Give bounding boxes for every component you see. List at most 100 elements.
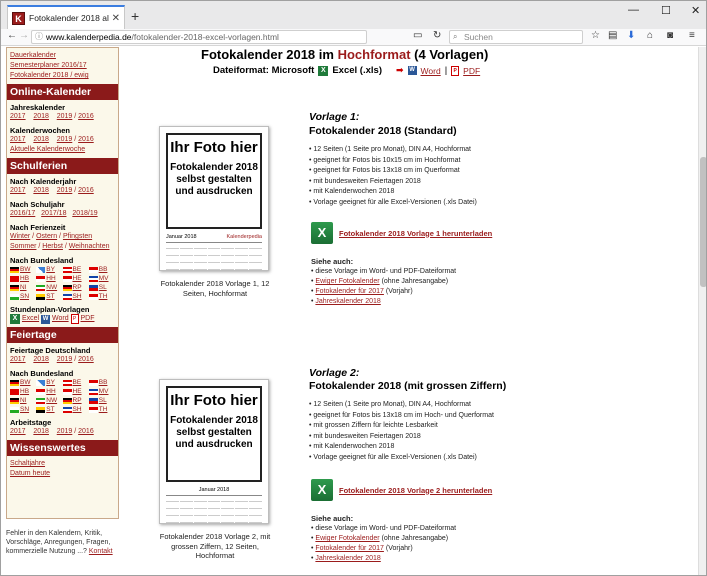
sidebar-link-herbst[interactable]: Herbst [42,243,63,250]
sidebar-link-year[interactable]: 2019 [57,187,73,194]
state-link[interactable]: MV [99,274,109,283]
back-icon[interactable]: ← [7,30,17,41]
pocket-icon[interactable]: ◙ [667,30,673,41]
state-link[interactable]: ST [46,292,54,301]
sidebar-link-fotokalender[interactable]: Fotokalender 2018 / ewig [10,72,89,79]
state-link[interactable]: BE [73,378,82,387]
library-icon[interactable]: ▤ [608,30,617,41]
sidebar-link-pfingsten[interactable]: Pfingsten [63,233,92,240]
sidebar-link-ostern[interactable]: Ostern [36,233,57,240]
state-link[interactable]: SL [99,396,107,405]
url-bar[interactable]: ⓘ www.kalenderpedia.de/fotokalender-2018… [31,30,367,44]
sidebar-link-year[interactable]: 2019 [57,356,73,363]
sidebar-link-year[interactable]: 2018 [33,428,49,435]
state-link[interactable]: HE [73,387,82,396]
minimize-icon[interactable]: — [628,4,639,16]
state-link[interactable]: HE [73,274,82,283]
download-icon[interactable]: ⬇ [627,30,635,41]
close-tab-icon[interactable]: ✕ [112,13,120,24]
sidebar-link-winter[interactable]: Winter [10,233,30,240]
vertical-scrollbar[interactable] [698,47,706,575]
bookmark-star-icon[interactable]: ☆ [591,30,600,41]
info-icon[interactable]: ⓘ [35,31,43,43]
state-link[interactable]: ST [46,405,54,414]
state-link[interactable]: SN [20,292,29,301]
sidebar-link-year[interactable]: 2018 [33,187,49,194]
state-link[interactable]: HB [20,274,29,283]
download-link-2[interactable]: Fotokalender 2018 Vorlage 2 herunterlade… [339,486,492,495]
siehe-link-jahr[interactable]: Jahreskalender 2018 [315,298,380,305]
state-link[interactable]: BY [46,378,55,387]
siehe-link-ewig[interactable]: Ewiger Fotokalender [315,278,379,285]
close-window-icon[interactable]: ✕ [691,4,700,17]
sidebar-link-excel[interactable]: Excel [22,315,39,322]
state-link[interactable]: SN [20,405,29,414]
state-link[interactable]: NI [20,396,27,405]
sidebar-link-year[interactable]: 2016 [78,428,94,435]
state-link[interactable]: BB [99,265,108,274]
sidebar-link-year[interactable]: 2016 [78,356,94,363]
maximize-icon[interactable]: ☐ [661,4,671,17]
menu-icon[interactable]: ≡ [689,30,695,41]
calendar-preview-1[interactable]: Ihr Foto hier Fotokalender 2018 selbst g… [159,126,269,271]
sidebar-link-year[interactable]: 2017 [10,428,26,435]
sidebar-link-datum-heute[interactable]: Datum heute [10,470,50,477]
state-link[interactable]: SL [99,283,107,292]
siehe-link-2017[interactable]: Fotokalender für 2017 [315,288,384,295]
download-link-1[interactable]: Fotokalender 2018 Vorlage 1 herunterlade… [339,229,492,238]
sidebar-link-schaltjahre[interactable]: Schaltjahre [10,460,45,467]
state-link[interactable]: HB [20,387,29,396]
state-link[interactable]: BY [46,265,55,274]
sidebar-link-year[interactable]: 2017 [10,136,26,143]
state-link[interactable]: SH [73,405,82,414]
sidebar-link-year[interactable]: 2017 [10,356,26,363]
reader-view-icon[interactable]: ▭ [413,30,422,41]
new-tab-icon[interactable]: + [131,8,139,24]
sidebar-link-year[interactable]: 2016/17 [10,210,35,217]
reload-icon[interactable]: ↻ [433,30,441,41]
sidebar-link-word[interactable]: Word [52,315,69,322]
sidebar-link-year[interactable]: 2017/18 [41,210,66,217]
format-word-link[interactable]: Word [421,66,441,76]
home-icon[interactable]: ⌂ [647,30,653,41]
state-link[interactable]: HH [46,274,55,283]
excel-icon[interactable]: X [311,222,333,244]
sidebar-link-current-week[interactable]: Aktuelle Kalenderwoche [10,146,85,153]
sidebar-link-year[interactable]: 2016 [78,187,94,194]
sidebar-link-year[interactable]: 2017 [10,113,26,120]
scrollbar-thumb[interactable] [700,157,706,287]
siehe-link-jahr[interactable]: Jahreskalender 2018 [315,555,380,562]
calendar-preview-2[interactable]: Ihr Foto hier Fotokalender 2018 selbst g… [159,379,269,524]
excel-icon[interactable]: X [311,479,333,501]
sidebar-link-year[interactable]: 2018 [33,113,49,120]
siehe-link-ewig[interactable]: Ewiger Fotokalender [315,535,379,542]
state-link[interactable]: HH [46,387,55,396]
sidebar-link-dauerkalender[interactable]: Dauerkalender [10,52,56,59]
state-link[interactable]: SH [73,292,82,301]
sidebar-link-year[interactable]: 2018 [33,136,49,143]
state-link[interactable]: MV [99,387,109,396]
sidebar-link-weihnachten[interactable]: Weihnachten [69,243,110,250]
sidebar-link-year[interactable]: 2017 [10,187,26,194]
search-input[interactable]: ⌕ Suchen [449,30,583,44]
sidebar-link-sommer[interactable]: Sommer [10,243,36,250]
tab-active[interactable]: K Fotokalender 2018 als Excel ✕ [7,5,125,29]
state-link[interactable]: TH [99,292,108,301]
state-link[interactable]: RP [73,283,82,292]
state-link[interactable]: BB [99,378,108,387]
state-link[interactable]: BW [20,265,30,274]
sidebar-link-year[interactable]: 2018 [33,356,49,363]
state-link[interactable]: RP [73,396,82,405]
format-pdf-link[interactable]: PDF [463,66,480,76]
state-link[interactable]: BW [20,378,30,387]
sidebar-link-year[interactable]: 2016 [78,136,94,143]
footer-contact-link[interactable]: Kontakt [89,548,113,555]
sidebar-link-year[interactable]: 2016 [78,113,94,120]
sidebar-link-year[interactable]: 2018/19 [72,210,97,217]
sidebar-link-pdf[interactable]: PDF [81,315,95,322]
sidebar-link-semesterplaner[interactable]: Semesterplaner 2016/17 [10,62,87,69]
state-link[interactable]: NW [46,283,57,292]
sidebar-link-year[interactable]: 2019 [57,136,73,143]
sidebar-link-year[interactable]: 2019 [57,113,73,120]
sidebar-link-year[interactable]: 2019 [57,428,73,435]
